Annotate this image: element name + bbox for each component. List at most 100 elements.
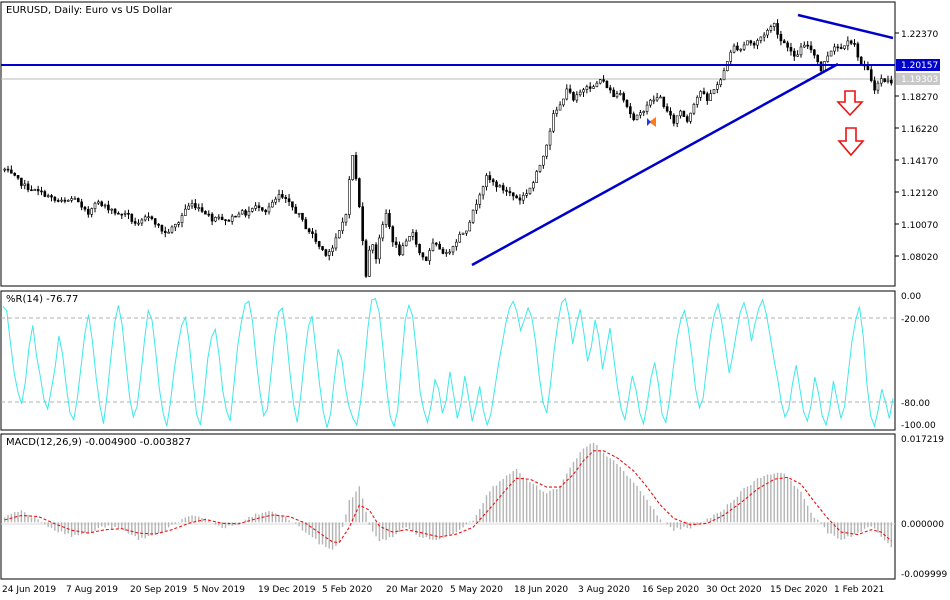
candle-body	[890, 79, 893, 84]
candle-body	[789, 46, 793, 52]
candle-body	[816, 54, 820, 63]
candle-body	[572, 91, 575, 101]
candle-body	[261, 207, 264, 211]
time-tick-label: 20 Sep 2019	[130, 585, 187, 595]
candle-body	[291, 201, 294, 208]
time-tick-label: 18 Jun 2020	[514, 585, 568, 595]
candle-body	[866, 65, 870, 70]
candle-body	[431, 242, 435, 251]
candle-body	[23, 183, 27, 186]
candle-body	[592, 86, 595, 89]
candle-body	[746, 40, 749, 46]
time-tick-label: 5 Nov 2019	[193, 585, 245, 595]
candle-body	[886, 79, 890, 82]
candle-body	[879, 78, 883, 84]
candle-body	[46, 195, 50, 197]
candle-body	[558, 104, 562, 111]
candle-body	[809, 45, 813, 51]
candle-body	[167, 231, 170, 234]
candle-body	[799, 46, 803, 56]
price-tick-label: 1.08020	[901, 253, 938, 263]
time-tick-label: 3 Aug 2020	[578, 585, 630, 595]
candle-body	[498, 185, 502, 188]
candle-body	[535, 171, 538, 183]
candle-body	[90, 208, 93, 215]
candle-body	[414, 232, 418, 245]
candle-body	[26, 183, 30, 191]
candle-body	[177, 222, 180, 225]
wr-tick-label: -100.00	[901, 421, 936, 431]
candle-body	[836, 46, 840, 49]
candle-body	[649, 99, 652, 106]
candle-body	[732, 45, 736, 53]
candle-body	[448, 251, 451, 254]
candle-body	[30, 189, 33, 192]
candle-body	[679, 110, 682, 117]
candle-body	[66, 200, 70, 202]
candle-body	[204, 211, 207, 215]
candle-body	[552, 113, 555, 132]
candle-body	[495, 181, 498, 188]
candle-body	[358, 178, 361, 207]
candle-body	[297, 212, 301, 215]
candle-body	[287, 198, 291, 203]
candle-body	[445, 252, 448, 254]
candle-body	[304, 219, 308, 230]
price-tick-label: 1.12120	[901, 189, 938, 199]
candle-body	[528, 187, 532, 194]
candle-body	[491, 179, 495, 183]
time-tick-label: 30 Oct 2020	[706, 585, 762, 595]
time-tick-label: 19 Dec 2019	[258, 585, 316, 595]
time-tick-label: 7 Aug 2019	[66, 585, 118, 595]
candle-body	[769, 26, 773, 31]
candle-body	[371, 244, 375, 251]
candle-body	[481, 186, 485, 196]
candle-body	[578, 91, 582, 96]
candle-body	[813, 49, 816, 56]
candle-body	[113, 208, 117, 214]
candle-body	[361, 206, 364, 242]
candle-body	[331, 247, 334, 252]
candle-body	[772, 23, 776, 28]
candle-body	[839, 47, 843, 49]
candle-body	[792, 50, 796, 57]
candle-body	[622, 93, 625, 101]
candle-body	[873, 80, 876, 91]
candle-body	[190, 203, 194, 207]
candle-body	[76, 198, 80, 203]
candle-body	[364, 240, 368, 277]
candle-body	[471, 209, 475, 223]
candle-body	[542, 155, 545, 166]
candle-body	[200, 207, 204, 212]
candle-body	[217, 216, 221, 219]
candle-body	[153, 218, 157, 225]
candle-body	[829, 50, 833, 57]
candle-body	[605, 80, 609, 89]
candle-body	[267, 206, 271, 213]
candle-body	[391, 226, 395, 243]
candle-body	[505, 189, 508, 192]
candle-body	[324, 249, 328, 256]
candle-body	[250, 208, 254, 212]
candle-body	[859, 56, 863, 65]
candle-body	[588, 86, 592, 89]
candle-body	[230, 215, 234, 222]
candle-body	[70, 198, 73, 201]
candle-body	[130, 214, 134, 222]
candle-body	[160, 225, 164, 232]
candle-body	[722, 70, 726, 81]
candle-body	[147, 216, 150, 218]
candle-body	[782, 40, 786, 44]
candle-body	[869, 69, 873, 81]
candle-body	[274, 198, 277, 203]
candle-body	[685, 116, 689, 122]
candle-body	[582, 89, 585, 93]
candle-body	[752, 42, 756, 46]
time-tick-label: 1 Feb 2021	[834, 585, 884, 595]
time-tick-label: 5 Feb 2020	[322, 585, 373, 595]
candle-body	[137, 222, 140, 225]
candle-body	[501, 185, 505, 191]
candle-body	[254, 205, 257, 209]
candle-body	[662, 96, 666, 107]
candle-body	[485, 175, 488, 188]
